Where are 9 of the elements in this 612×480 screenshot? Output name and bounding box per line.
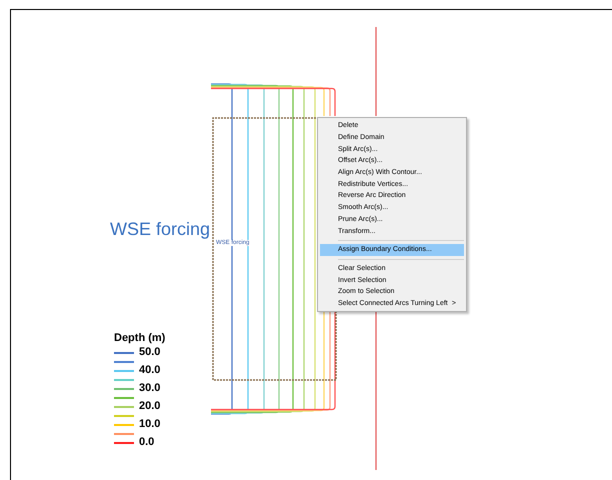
legend-label: 0.0 <box>139 438 154 447</box>
boundary-label: WSE forcing <box>110 219 210 240</box>
legend-title: Depth (m) <box>114 332 166 344</box>
legend-label: 40.0 <box>139 366 160 375</box>
legend-label: 10.0 <box>139 420 160 429</box>
legend-label: 50.0 <box>139 348 160 357</box>
legend-label: 20.0 <box>139 402 160 411</box>
legend-label: 30.0 <box>139 384 160 393</box>
selected-arc[interactable] <box>212 117 337 381</box>
